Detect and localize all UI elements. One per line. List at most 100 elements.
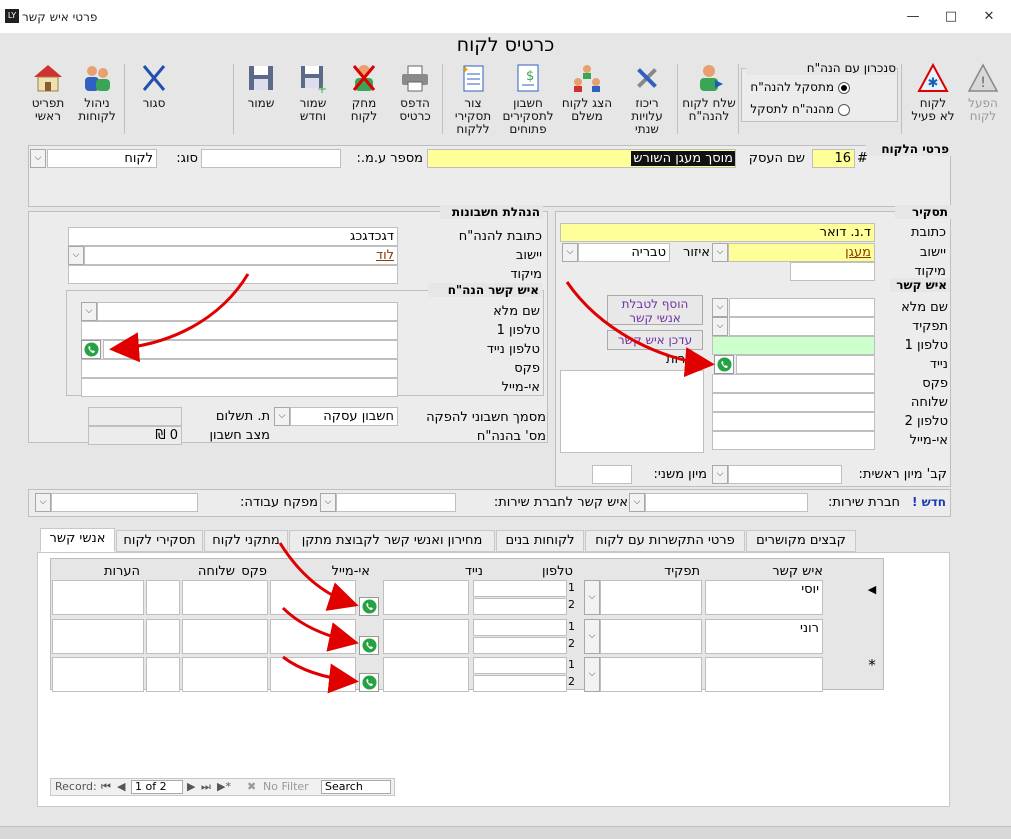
add-contact-button[interactable]: הוסף לטבלת אנשי קשר [607,295,703,325]
acc-city-field[interactable]: לוד [84,246,398,265]
tab-customer-reports[interactable]: תסקירי לקוח [116,530,203,552]
acc-zip-field[interactable] [68,265,398,284]
vat-field[interactable] [201,149,341,168]
close-form-button[interactable]: סגור [134,62,174,138]
row3-notes[interactable] [52,657,144,692]
contact-ext-field[interactable] [712,393,875,412]
acc-fullname-field[interactable] [97,302,398,321]
contact-fax-field[interactable] [712,374,875,393]
manage-customers-button[interactable]: ניהול לקוחות [72,62,122,138]
row2-email[interactable] [270,619,356,654]
type-field[interactable]: לקוח [47,149,157,168]
send-to-accounting-button[interactable]: שלח לקוח להנה"ח [680,62,738,138]
supervisor-dropdown[interactable]: ⌵ [35,493,51,512]
delete-customer-button[interactable]: מחק לקוח [340,62,388,138]
sync-radio-from-accounting[interactable] [838,104,850,116]
tab-child-customers[interactable]: לקוחות בנים [496,530,584,552]
main-sort-field[interactable] [728,465,842,484]
whatsapp-icon[interactable] [359,673,379,692]
contact-fullname-field[interactable] [729,298,875,317]
address-field[interactable]: ד.נ. דואר [560,223,875,242]
create-reports-button[interactable]: ✦ צור תסקירי ללקוח [448,62,498,138]
area-dropdown[interactable]: ⌵ [562,243,578,262]
acc-mobile-field[interactable] [103,340,398,359]
row2-role-dropdown[interactable]: ⌵ [584,619,600,654]
row3-role-dropdown[interactable]: ⌵ [584,657,600,692]
inactive-customer-button[interactable]: ✱ לקוח לא פעיל [907,62,959,138]
row3-fax[interactable] [182,657,268,692]
tab-contacts[interactable]: אנשי קשר [40,528,115,552]
whatsapp-icon[interactable] [359,597,379,616]
cost-summary-button[interactable]: ריכוז עלויות שנתי [620,62,674,138]
tab-customer-facilities[interactable]: מתקני לקוח [204,530,288,552]
contact-mobile-field[interactable] [736,355,875,374]
row1-fax[interactable] [182,580,268,615]
filter-status[interactable]: No Filter [263,779,309,795]
business-name-field[interactable]: מוסך מעגן השורש [427,149,736,168]
tab-linked-files[interactable]: קבצים מקושרים [746,530,856,552]
whatsapp-icon[interactable] [359,636,379,655]
open-reports-invoice-button[interactable]: $ חשבון לתסקירים פתוחים [500,62,556,138]
acc-city-dropdown[interactable]: ⌵ [68,246,84,265]
print-card-button[interactable]: הדפס כרטיס [390,62,440,138]
contact-phone1-field[interactable] [712,336,875,355]
row2-fax[interactable] [182,619,268,654]
city-dropdown[interactable]: ⌵ [712,243,728,262]
show-payer-button[interactable]: הצג לקוח משלם [558,62,616,138]
row3-mobile[interactable] [383,657,469,692]
row2-phone-1[interactable] [473,619,567,636]
acc-doc-dropdown[interactable]: ⌵ [274,407,290,426]
row1-email[interactable] [270,580,356,615]
close-window-button[interactable]: ✕ [974,6,1004,28]
row3-role[interactable] [600,657,702,692]
supervisor-field[interactable] [51,493,198,512]
record-position[interactable]: 1 of 2 [131,780,183,794]
whatsapp-icon[interactable] [81,340,101,359]
service-contact-dropdown[interactable]: ⌵ [320,493,336,512]
service-contact-field[interactable] [336,493,456,512]
row2-phone-2[interactable] [473,637,567,654]
first-record-button[interactable]: ⏮ [101,779,111,795]
maximize-button[interactable]: □ [936,6,966,28]
save-button[interactable]: שמור [238,62,284,138]
activate-customer-button[interactable]: ! הפעל לקוח [957,62,1009,138]
main-menu-button[interactable]: תפריט ראשי [24,62,72,138]
zip-field[interactable] [790,262,875,281]
update-contact-button[interactable]: עדכן איש קשר [607,330,703,350]
next-record-button[interactable]: ▶ [187,779,195,795]
payment-terms-field[interactable] [88,407,182,426]
main-sort-dropdown[interactable]: ⌵ [712,465,728,484]
row2-contact[interactable]: רוני [705,619,823,654]
row2-role[interactable] [600,619,702,654]
row3-contact[interactable] [705,657,823,692]
acc-doc-field[interactable]: חשבון עסקה [290,407,398,426]
row1-contact[interactable]: יוסי [705,580,823,615]
minimize-button[interactable]: — [898,6,928,28]
row1-role-dropdown[interactable]: ⌵ [584,580,600,615]
acc-address-field[interactable]: דגכדגכג [68,227,398,246]
service-company-field[interactable] [645,493,808,512]
contact-role-dropdown[interactable]: ⌵ [712,317,728,336]
secondary-sort-field[interactable] [592,465,632,484]
acc-fax-field[interactable] [81,359,398,378]
contact-email-field[interactable] [712,431,875,450]
save-and-new-button[interactable]: + שמור וחדש [288,62,338,138]
row2-notes[interactable] [52,619,144,654]
service-company-dropdown[interactable]: ⌵ [629,493,645,512]
prev-record-button[interactable]: ◀ [117,779,125,795]
search-box[interactable]: Search [321,780,391,794]
notes-field[interactable] [560,370,704,453]
row1-mobile[interactable] [383,580,469,615]
row1-phone-2[interactable] [473,598,567,615]
contact-phone2-field[interactable] [712,412,875,431]
type-dropdown[interactable]: ⌵ [30,149,46,168]
area-field[interactable]: טבריה [578,243,670,262]
tab-pricelist[interactable]: מחירון ואנשי קשר לקבוצת מתקן [289,530,495,552]
row1-role[interactable] [600,580,702,615]
tab-contact-details[interactable]: פרטי התקשרות עם לקוח [585,530,745,552]
acc-email-field[interactable] [81,378,398,397]
row3-email[interactable] [270,657,356,692]
contact-role-field[interactable] [729,317,875,336]
new-record-button[interactable]: ▶* [217,779,231,795]
acc-fullname-dropdown[interactable]: ⌵ [81,302,97,321]
